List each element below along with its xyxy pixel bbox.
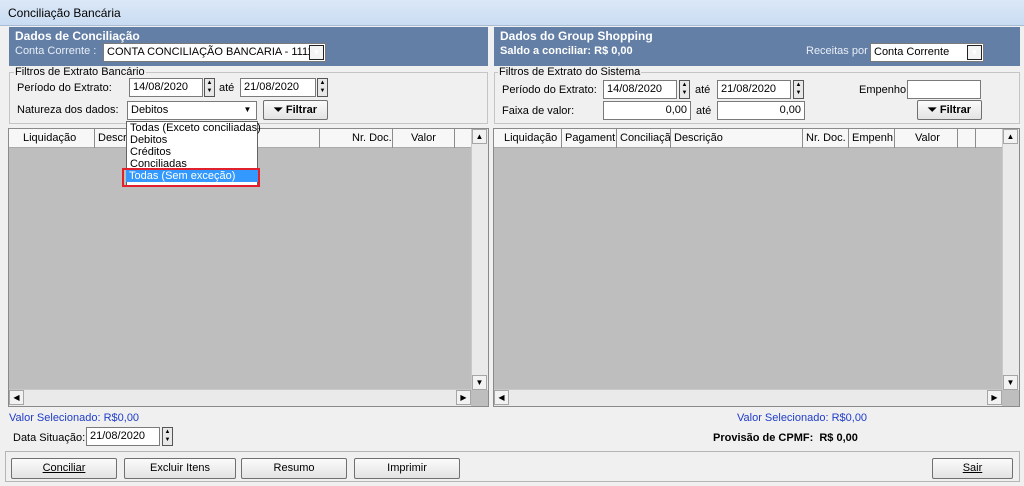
empenho-input[interactable] <box>907 80 981 99</box>
column-header[interactable]: Liquidação <box>9 129 95 148</box>
left-vertical-scrollbar[interactable]: ▲ ▼ <box>471 129 488 390</box>
chevron-down-icon[interactable]: ▼ <box>309 45 324 60</box>
chevron-down-icon[interactable]: ▼ <box>967 45 982 60</box>
scroll-right-icon[interactable]: ▶ <box>456 390 471 405</box>
right-section-title: Dados do Group Shopping <box>500 29 653 43</box>
chevron-down-icon[interactable]: ▼ <box>240 103 255 118</box>
excluir-itens-label: Excluir Itens <box>150 462 210 474</box>
right-date-from-spinner[interactable]: ▲ ▼ <box>679 80 690 99</box>
column-header[interactable]: Liquidação <box>494 129 562 148</box>
faixa-valor-from-input[interactable]: 0,00 <box>603 101 691 120</box>
left-ate-label: até <box>219 82 235 94</box>
sair-label: Sair <box>962 462 983 474</box>
column-header[interactable]: Valor <box>895 129 958 148</box>
right-periodo-label: Período do Extrato: <box>502 84 597 96</box>
right-date-to-spinner[interactable]: ▲ ▼ <box>793 80 804 99</box>
right-date-from-input[interactable]: 14/08/2020 <box>603 80 677 99</box>
natureza-value: Debitos <box>131 104 169 116</box>
natureza-select[interactable]: Debitos ▼ <box>127 101 257 120</box>
window-title: Conciliação Bancária <box>8 6 121 20</box>
right-horizontal-scrollbar[interactable]: ◀ ▶ <box>494 389 1002 406</box>
scroll-up-icon[interactable]: ▲ <box>1003 129 1018 144</box>
left-periodo-label: Período do Extrato: <box>17 82 112 94</box>
imprimir-button[interactable]: Imprimir <box>354 458 460 479</box>
conta-corrente-label: Conta Corrente : <box>15 45 97 57</box>
conta-corrente-value: CONTA CONCILIAÇÃO BANCARIA - 11111 <box>107 46 319 58</box>
conciliar-label: Conciliar <box>42 462 86 474</box>
right-data-grid[interactable]: Liquidação Pagament Conciliaçã Descrição… <box>493 128 1020 407</box>
left-horizontal-scrollbar[interactable]: ◀ ▶ <box>9 389 471 406</box>
right-filtrar-label: Filtrar <box>939 104 972 116</box>
sair-button[interactable]: Sair <box>932 458 1013 479</box>
receitas-por-label: Receitas por <box>806 45 868 57</box>
left-date-to-input[interactable]: 21/08/2020 <box>240 78 316 97</box>
column-header[interactable]: Nr. Doc. <box>320 129 393 148</box>
column-header[interactable]: Empenh <box>849 129 895 148</box>
column-header[interactable]: Pagament <box>562 129 617 148</box>
left-date-from-spinner[interactable]: ▲ ▼ <box>204 78 215 97</box>
left-filters-legend: Filtros de Extrato Bancário <box>14 66 146 78</box>
receitas-por-value: Conta Corrente <box>874 46 950 58</box>
resumo-button[interactable]: Resumo <box>241 458 347 479</box>
right-valor-selecionado: Valor Selecionado: R$0,00 <box>737 412 868 424</box>
conciliar-button[interactable]: Conciliar <box>11 458 117 479</box>
dropdown-option[interactable]: Debitos <box>127 134 257 146</box>
saldo-a-conciliar: Saldo a conciliar: R$ 0,00 <box>500 45 633 57</box>
resumo-label: Resumo <box>273 462 315 474</box>
faixa-valor-to-input[interactable]: 0,00 <box>717 101 805 120</box>
faixa-valor-label: Faixa de valor: <box>502 105 575 117</box>
imprimir-label: Imprimir <box>387 462 427 474</box>
right-grid-header: Liquidação Pagament Conciliaçã Descrição… <box>494 129 1019 148</box>
dropdown-option[interactable]: Todas (Exceto conciliadas) <box>127 122 261 134</box>
natureza-label: Natureza dos dados: <box>17 104 119 116</box>
column-header[interactable]: Descrição <box>671 129 803 148</box>
window-title-bar: Conciliação Bancária <box>0 0 1024 26</box>
data-situacao-spinner[interactable]: ▲ ▼ <box>162 427 173 446</box>
funnel-icon: ⏷ <box>927 104 937 116</box>
scroll-left-icon[interactable]: ◀ <box>9 390 24 405</box>
dropdown-option[interactable]: Créditos <box>127 146 257 158</box>
left-filtrar-button[interactable]: ⏷ Filtrar <box>263 100 328 120</box>
right-date-to-input[interactable]: 21/08/2020 <box>717 80 791 99</box>
scroll-down-icon[interactable]: ▼ <box>1003 375 1018 390</box>
right-filters-legend: Filtros de Extrato do Sistema <box>498 66 642 78</box>
right-ate-label: até <box>695 84 711 96</box>
right-section-header: Dados do Group Shopping Saldo a concilia… <box>494 27 1020 66</box>
column-header[interactable] <box>958 129 976 148</box>
left-section-title: Dados de Conciliação <box>15 29 140 43</box>
left-date-from-input[interactable]: 14/08/2020 <box>129 78 203 97</box>
conta-corrente-select[interactable]: CONTA CONCILIAÇÃO BANCARIA - 11111 ▼ <box>103 43 326 62</box>
excluir-itens-button[interactable]: Excluir Itens <box>124 458 236 479</box>
left-date-to-spinner[interactable]: ▲ ▼ <box>317 78 328 97</box>
left-filtrar-label: Filtrar <box>285 104 318 116</box>
column-header[interactable]: Valor <box>393 129 455 148</box>
scroll-up-icon[interactable]: ▲ <box>472 129 487 144</box>
column-header[interactable]: Conciliaçã <box>617 129 671 148</box>
funnel-icon: ⏷ <box>273 104 283 116</box>
right-filtrar-button[interactable]: ⏷ Filtrar <box>917 100 982 120</box>
scroll-left-icon[interactable]: ◀ <box>494 390 509 405</box>
data-situacao-input[interactable]: 21/08/2020 <box>86 427 160 446</box>
scroll-down-icon[interactable]: ▼ <box>472 375 487 390</box>
provisao-cpmf: Provisão de CPMF: R$ 0,00 <box>713 432 858 444</box>
selection-highlight-box <box>122 168 260 187</box>
left-valor-selecionado: Valor Selecionado: R$0,00 <box>9 412 140 424</box>
receitas-por-select[interactable]: Conta Corrente ▼ <box>870 43 984 62</box>
right-vertical-scrollbar[interactable]: ▲ ▼ <box>1002 129 1019 390</box>
empenho-label: Empenho: <box>859 84 910 96</box>
faixa-ate-label: até <box>696 105 712 117</box>
column-header[interactable]: Nr. Doc. <box>803 129 849 148</box>
scroll-right-icon[interactable]: ▶ <box>987 390 1002 405</box>
left-section-header: Dados de Conciliação Conta Corrente : CO… <box>9 27 488 66</box>
data-situacao-label: Data Situação: <box>13 432 86 444</box>
